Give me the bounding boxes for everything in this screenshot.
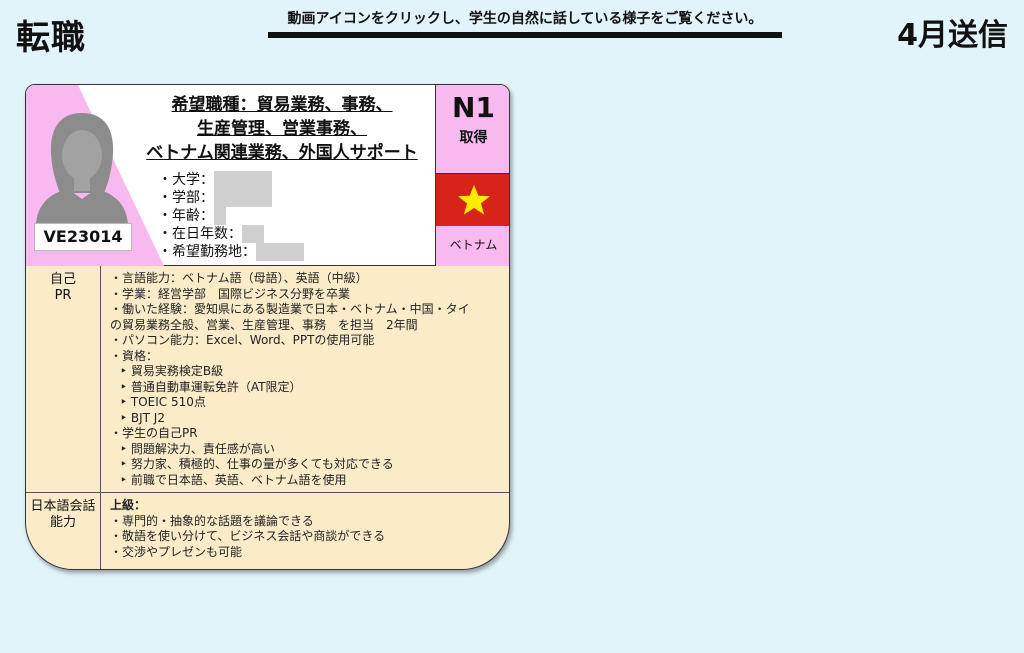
- cert-item: ‣ 貿易実務検定B級: [120, 364, 224, 378]
- self-pr-body: ・言語能力：ベトナム語（母語）、英語（中級） ・学業：経営学部 国際ビジネス分野…: [110, 271, 503, 488]
- redacted-value: [214, 171, 272, 189]
- redacted-value: [256, 243, 304, 261]
- send-month-label: 4月送信: [897, 18, 1008, 53]
- page-title: 転職: [16, 18, 86, 58]
- cert-item: ‣ TOEIC 510点: [120, 395, 206, 409]
- japanese-ability-label: 日本語会話 能力: [26, 493, 101, 569]
- label-line: 日本語会話: [30, 499, 96, 514]
- redacted-value: [214, 189, 272, 207]
- cert-item: ‣ 普通自動車運転免許（AT限定）: [120, 379, 302, 394]
- info-desired-location: ・希望勤務地：: [158, 243, 304, 261]
- label-line: 能力: [49, 515, 76, 530]
- pr-line: の貿易業務全般、営業、生産管理、事務 を担当 2年間: [110, 317, 418, 332]
- info-label: ・大学：: [158, 172, 214, 188]
- info-label: ・学部：: [158, 190, 214, 206]
- info-label: ・希望勤務地：: [158, 244, 256, 260]
- info-age: ・年齢：: [158, 207, 304, 225]
- ability-line: ・専門的・抽象的な話題を議論できる: [110, 513, 314, 528]
- japanese-level: 上級：: [110, 498, 147, 512]
- japanese-ability-section: 日本語会話 能力 上級： ・専門的・抽象的な話題を議論できる ・敬語を使い分けて…: [26, 493, 509, 569]
- instruction-text: 動画アイコンをクリックし、学生の自然に話している様子をご覧ください。: [268, 8, 782, 38]
- pr-line: ・働いた経験：愛知県にある製造業で日本・ベトナム・中国・タイ: [110, 302, 470, 316]
- jlpt-badge: N1 取得: [436, 85, 509, 174]
- label-line: PR: [54, 288, 72, 303]
- self-pr-label: 自己 PR: [26, 266, 101, 492]
- ability-line: ・敬語を使い分けて、ビジネス会話や商談ができる: [110, 529, 386, 543]
- student-id: VE23014: [34, 223, 132, 251]
- avatar-silhouette-icon: [36, 113, 128, 227]
- pr-line: ・パソコン能力：Excel、Word、PPTの使用可能: [110, 333, 375, 347]
- profile-header: VE23014 希望職種：貿易業務、事務、 生産管理、営業事務、 ベトナム関連業…: [26, 85, 509, 266]
- info-label: ・在日年数：: [158, 226, 242, 242]
- desired-job-line: ベトナム関連業務、外国人サポート: [146, 143, 418, 163]
- pr-line: ・学生の自己PR: [110, 426, 198, 440]
- country-label: ベトナム: [436, 226, 509, 266]
- jlpt-status: 取得: [459, 130, 488, 146]
- star-icon: [457, 185, 490, 215]
- self-pr-section: 自己 PR ・言語能力：ベトナム語（母語）、英語（中級） ・学業：経営学部 国際…: [26, 266, 509, 493]
- info-faculty: ・学部：: [158, 189, 304, 207]
- basic-info-list: ・大学： ・学部： ・年齢： ・在日年数： ・希望勤務地：: [158, 171, 304, 261]
- japanese-ability-body: 上級： ・専門的・抽象的な話題を議論できる ・敬語を使い分けて、ビジネス会話や商…: [110, 498, 503, 560]
- desired-job-line: 希望職種：貿易業務、事務、: [171, 95, 393, 115]
- label-line: 自己: [49, 272, 76, 287]
- qualification-column: N1 取得 ベトナム: [435, 85, 509, 266]
- student-pr-item: ‣ 前職で日本語、英語、ベトナム語を使用: [120, 472, 347, 487]
- redacted-value: [242, 225, 264, 243]
- desired-job: 希望職種：貿易業務、事務、 生産管理、営業事務、 ベトナム関連業務、外国人サポー…: [122, 93, 442, 165]
- ability-line: ・交渉やプレゼンも可能: [110, 544, 243, 559]
- student-profile-card: VE23014 希望職種：貿易業務、事務、 生産管理、営業事務、 ベトナム関連業…: [25, 84, 510, 570]
- vietnam-flag-icon: [436, 174, 509, 226]
- student-pr-item: ‣ 努力家、積極的、仕事の量が多くても対応できる: [120, 457, 394, 471]
- info-years-in-japan: ・在日年数：: [158, 225, 304, 243]
- student-pr-item: ‣ 問題解決力、責任感が高い: [120, 441, 275, 456]
- redacted-value: [214, 207, 226, 225]
- pr-line: ・言語能力：ベトナム語（母語）、英語（中級）: [110, 271, 368, 285]
- info-university: ・大学：: [158, 171, 304, 189]
- cert-item: ‣ BJT J2: [120, 410, 165, 425]
- desired-job-line: 生産管理、営業事務、: [197, 119, 367, 139]
- jlpt-level: N1: [452, 91, 495, 124]
- pr-line: ・学業：経営学部 国際ビジネス分野を卒業: [110, 286, 351, 301]
- pr-line: ・資格：: [110, 348, 159, 363]
- info-label: ・年齢：: [158, 208, 214, 224]
